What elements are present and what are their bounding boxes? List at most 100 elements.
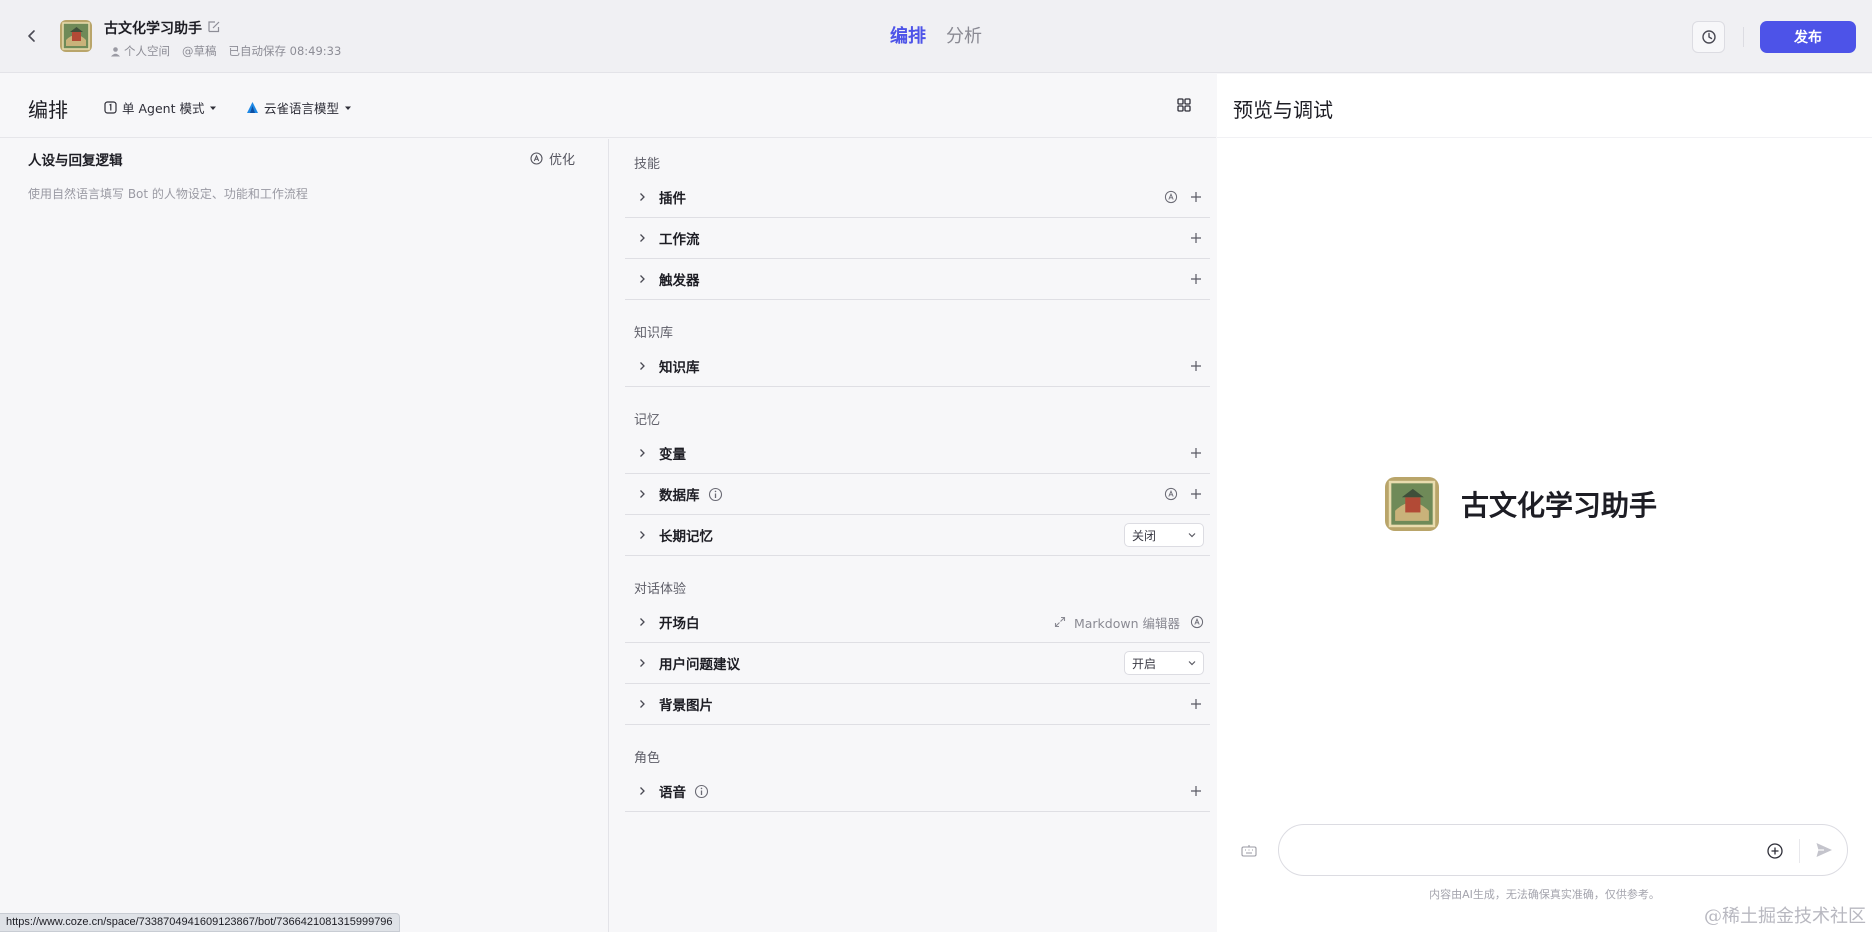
keyboard-icon[interactable] (1240, 842, 1258, 860)
plus-icon[interactable] (1188, 271, 1204, 287)
row-label: 用户问题建议 (659, 657, 740, 673)
info-icon[interactable] (694, 784, 709, 799)
publish-button[interactable]: 发布 (1760, 21, 1856, 53)
draft-label: @草稿 (182, 44, 217, 58)
chevron-right-icon[interactable] (631, 442, 653, 464)
auto-icon (530, 152, 543, 165)
markdown-editor-button[interactable]: Markdown 编辑器 (1054, 613, 1180, 632)
row-knowledge[interactable]: 知识库 (625, 346, 1210, 387)
long-term-memory-select[interactable]: 关闭 (1124, 523, 1204, 547)
chevron-right-icon[interactable] (631, 268, 653, 290)
row-voice[interactable]: 语音 (625, 771, 1210, 812)
chevron-right-icon[interactable] (631, 227, 653, 249)
suggestions-select[interactable]: 开启 (1124, 651, 1204, 675)
history-button[interactable] (1692, 21, 1725, 53)
plus-icon[interactable] (1188, 189, 1204, 205)
row-label: 工作流 (659, 232, 700, 248)
tab-arrange[interactable]: 编排 (890, 22, 926, 48)
row-label: 长期记忆 (659, 529, 713, 545)
plus-icon[interactable] (1188, 783, 1204, 799)
bot-meta: 个人空间 @草稿 已自动保存 08:49:33 (110, 43, 341, 59)
history-icon (1701, 30, 1716, 44)
layout-grid-icon[interactable] (1176, 97, 1194, 115)
user-icon (111, 46, 120, 56)
watermark: @稀土掘金技术社区 (1704, 906, 1866, 927)
skills-panel: 技能 插件 工作流 触发器 知识库 知识库 记忆 变量 数据库 长期记忆 关闭 … (610, 139, 1216, 932)
auto-icon[interactable] (1190, 615, 1204, 629)
row-workflow[interactable]: 工作流 (625, 218, 1210, 259)
preview-bot-card: 古文化学习助手 (1385, 477, 1657, 531)
add-attachment-icon[interactable] (1765, 841, 1785, 861)
row-variables[interactable]: 变量 (625, 433, 1210, 474)
prompt-panel: 人设与回复逻辑 优化 使用自然语言填写 Bot 的人物设定、功能和工作流程 (0, 139, 609, 932)
plus-icon[interactable] (1188, 230, 1204, 246)
center-tabs: 编排 分析 (890, 22, 982, 48)
row-label: 知识库 (659, 360, 700, 376)
chat-input[interactable] (1299, 839, 1739, 861)
section-title-role: 角色 (634, 751, 661, 766)
row-label: 数据库 (659, 488, 700, 504)
select-value: 关闭 (1132, 528, 1157, 543)
agent-mode-icon (104, 101, 117, 114)
agent-mode-label: 单 Agent 模式 (122, 101, 205, 116)
row-label: 变量 (659, 447, 686, 463)
workspace-label: 个人空间 (110, 43, 170, 59)
plus-icon[interactable] (1188, 445, 1204, 461)
chevron-right-icon[interactable] (631, 483, 653, 505)
auto-icon[interactable] (1164, 487, 1178, 501)
bot-avatar (60, 20, 92, 52)
chevron-down-icon (1188, 533, 1196, 538)
plus-icon[interactable] (1188, 358, 1204, 374)
preview-bot-name: 古文化学习助手 (1461, 489, 1658, 522)
row-background-image[interactable]: 背景图片 (625, 684, 1210, 725)
chat-input-box (1278, 824, 1848, 876)
section-title-knowledge: 知识库 (634, 326, 674, 341)
optimize-label: 优化 (549, 153, 576, 168)
chevron-right-icon[interactable] (631, 524, 653, 546)
section-title-memory: 记忆 (634, 413, 661, 428)
chevron-right-icon[interactable] (631, 693, 653, 715)
chevron-right-icon[interactable] (631, 780, 653, 802)
editor-toolbar: 编排 单 Agent 模式 云雀语言模型 (0, 74, 1216, 138)
row-suggestions[interactable]: 用户问题建议 开启 (625, 643, 1210, 684)
row-label: 语音 (659, 785, 686, 801)
model-label: 云雀语言模型 (264, 101, 340, 116)
plus-icon[interactable] (1188, 696, 1204, 712)
top-bar: 古文化学习助手 个人空间 @草稿 已自动保存 08:49:33 编排 分析 发布 (0, 0, 1872, 73)
chevron-right-icon[interactable] (631, 652, 653, 674)
back-icon[interactable] (20, 24, 44, 48)
auto-icon[interactable] (1164, 190, 1178, 204)
row-opening[interactable]: 开场白 Markdown 编辑器 (625, 602, 1210, 643)
markdown-editor-label: Markdown 编辑器 (1073, 615, 1180, 631)
agent-mode-select[interactable]: 单 Agent 模式 (104, 98, 217, 117)
tab-analysis[interactable]: 分析 (946, 22, 982, 48)
model-select[interactable]: 云雀语言模型 (246, 98, 352, 117)
model-icon (247, 102, 258, 113)
edit-icon[interactable] (207, 19, 223, 35)
bot-name: 古文化学习助手 (104, 21, 202, 37)
editor-title: 编排 (28, 98, 68, 122)
section-title-skills: 技能 (634, 157, 661, 172)
chevron-right-icon[interactable] (631, 186, 653, 208)
plus-icon[interactable] (1188, 486, 1204, 502)
row-trigger[interactable]: 触发器 (625, 259, 1210, 300)
row-label: 插件 (659, 191, 686, 207)
ai-disclaimer: 内容由AI生成，无法确保真实准确，仅供参考。 (1429, 888, 1660, 901)
send-divider (1799, 839, 1800, 863)
row-long-term-memory[interactable]: 长期记忆 关闭 (625, 515, 1210, 556)
preview-panel: 预览与调试 古文化学习助手 内容由AI生成，无法确保真实准确，仅供参考。 (1217, 74, 1872, 932)
chevron-right-icon[interactable] (631, 611, 653, 633)
row-plugins[interactable]: 插件 (625, 177, 1210, 218)
caret-down-icon (210, 106, 217, 110)
optimize-button[interactable]: 优化 (530, 149, 575, 168)
send-icon[interactable] (1814, 840, 1836, 862)
info-icon[interactable] (708, 487, 723, 502)
prompt-title: 人设与回复逻辑 (28, 153, 123, 169)
row-label: 触发器 (659, 273, 700, 289)
select-value: 开启 (1132, 656, 1157, 671)
prompt-editor[interactable]: 使用自然语言填写 Bot 的人物设定、功能和工作流程 (28, 185, 308, 202)
workspace-text: 个人空间 (124, 44, 170, 58)
caret-down-icon (345, 106, 352, 110)
chevron-right-icon[interactable] (631, 355, 653, 377)
row-database[interactable]: 数据库 (625, 474, 1210, 515)
